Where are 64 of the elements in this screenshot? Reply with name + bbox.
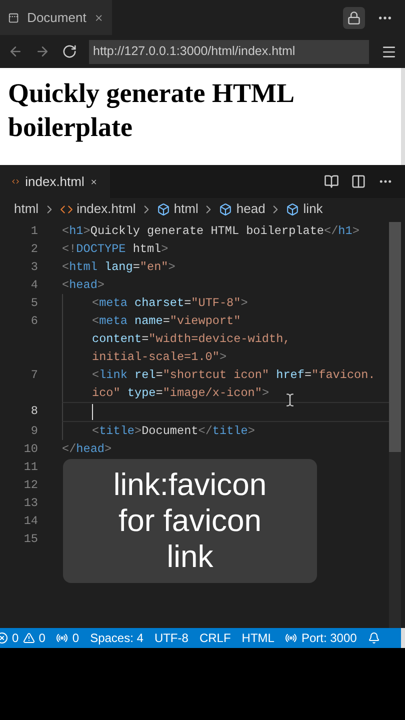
cube-icon bbox=[156, 202, 170, 216]
code-line: <head> bbox=[62, 277, 105, 294]
breadcrumb-item[interactable]: head bbox=[236, 199, 266, 219]
line-number: 10 bbox=[22, 441, 38, 458]
line-number: 12 bbox=[22, 477, 38, 494]
code-line: ico" type="image/x-icon"> bbox=[92, 385, 270, 402]
code-line: <title>Document</title> bbox=[92, 423, 255, 440]
code-line: <link rel="shortcut icon" href="favicon. bbox=[92, 367, 376, 384]
breadcrumb-item[interactable]: index.html bbox=[76, 199, 136, 219]
code-line: <html lang="en"> bbox=[62, 259, 176, 276]
breadcrumb-item[interactable]: html bbox=[14, 199, 39, 219]
broadcast-icon[interactable] bbox=[56, 632, 68, 644]
bell-icon[interactable] bbox=[368, 632, 380, 644]
code-icon bbox=[60, 202, 73, 216]
breadcrumb-item[interactable]: html bbox=[174, 199, 198, 219]
line-number: 14 bbox=[22, 513, 38, 530]
line-number: 13 bbox=[22, 495, 38, 512]
line-number: 2 bbox=[30, 241, 38, 258]
back-icon[interactable] bbox=[8, 44, 23, 59]
line-number: 7 bbox=[30, 367, 38, 384]
scrollbar[interactable] bbox=[389, 222, 401, 628]
status-item[interactable]: Spaces: 4 bbox=[90, 629, 144, 647]
menu-icon[interactable] bbox=[381, 44, 397, 60]
cube-icon bbox=[286, 202, 300, 216]
status-item[interactable]: UTF-8 bbox=[154, 629, 188, 647]
status-item[interactable]: HTML bbox=[242, 629, 274, 647]
status-item[interactable]: CRLF bbox=[199, 629, 231, 647]
reload-icon[interactable] bbox=[62, 44, 77, 59]
warning-icon[interactable] bbox=[22, 632, 35, 644]
lock-button[interactable] bbox=[343, 6, 365, 28]
code-line: <!DOCTYPE html> bbox=[62, 241, 168, 258]
line-number: 6 bbox=[30, 313, 38, 330]
tab-title: Document bbox=[27, 8, 86, 27]
code-line: </head> bbox=[62, 441, 112, 458]
forward-icon[interactable] bbox=[35, 44, 50, 59]
line-number: 15 bbox=[22, 531, 38, 548]
line-number: 8 bbox=[30, 403, 38, 420]
line-number: 11 bbox=[22, 459, 38, 476]
error-count[interactable]: 0 bbox=[12, 629, 19, 647]
port-status[interactable]: Port: 3000 bbox=[301, 629, 357, 647]
url-field[interactable]: http://127.0.0.1:3000/html/index.html bbox=[89, 40, 369, 64]
line-number: 5 bbox=[30, 295, 38, 312]
breadcrumb-item[interactable]: link bbox=[303, 199, 323, 219]
port-count[interactable]: 0 bbox=[72, 629, 80, 647]
line-number: 3 bbox=[30, 259, 38, 276]
warning-count[interactable]: 0 bbox=[38, 629, 46, 647]
line-number: 9 bbox=[30, 423, 38, 440]
broadcast-icon[interactable] bbox=[285, 632, 298, 644]
line-number: 1 bbox=[30, 223, 38, 240]
code-line: <meta charset="UTF-8"> bbox=[92, 295, 248, 312]
code-line: content="width=device-width, bbox=[92, 331, 290, 348]
preview-icon[interactable] bbox=[324, 174, 339, 189]
code-line: <h1>Quickly generate HTML boilerplate</h1> bbox=[62, 223, 360, 240]
caption: link:favicon for favicon link bbox=[63, 459, 317, 583]
code-line: initial-scale=1.0"> bbox=[92, 349, 227, 366]
lock-icon bbox=[347, 10, 361, 24]
split-icon[interactable] bbox=[351, 174, 366, 189]
editor-tab[interactable]: index.html bbox=[0, 165, 110, 198]
line-number: 4 bbox=[30, 277, 38, 294]
browser-tab[interactable]: Document bbox=[0, 0, 112, 35]
page-heading: Quickly generate HTML boilerplate bbox=[8, 77, 294, 144]
cube-icon bbox=[219, 202, 232, 216]
text-cursor bbox=[92, 404, 93, 420]
code-line: <meta name="viewport" bbox=[92, 313, 241, 330]
